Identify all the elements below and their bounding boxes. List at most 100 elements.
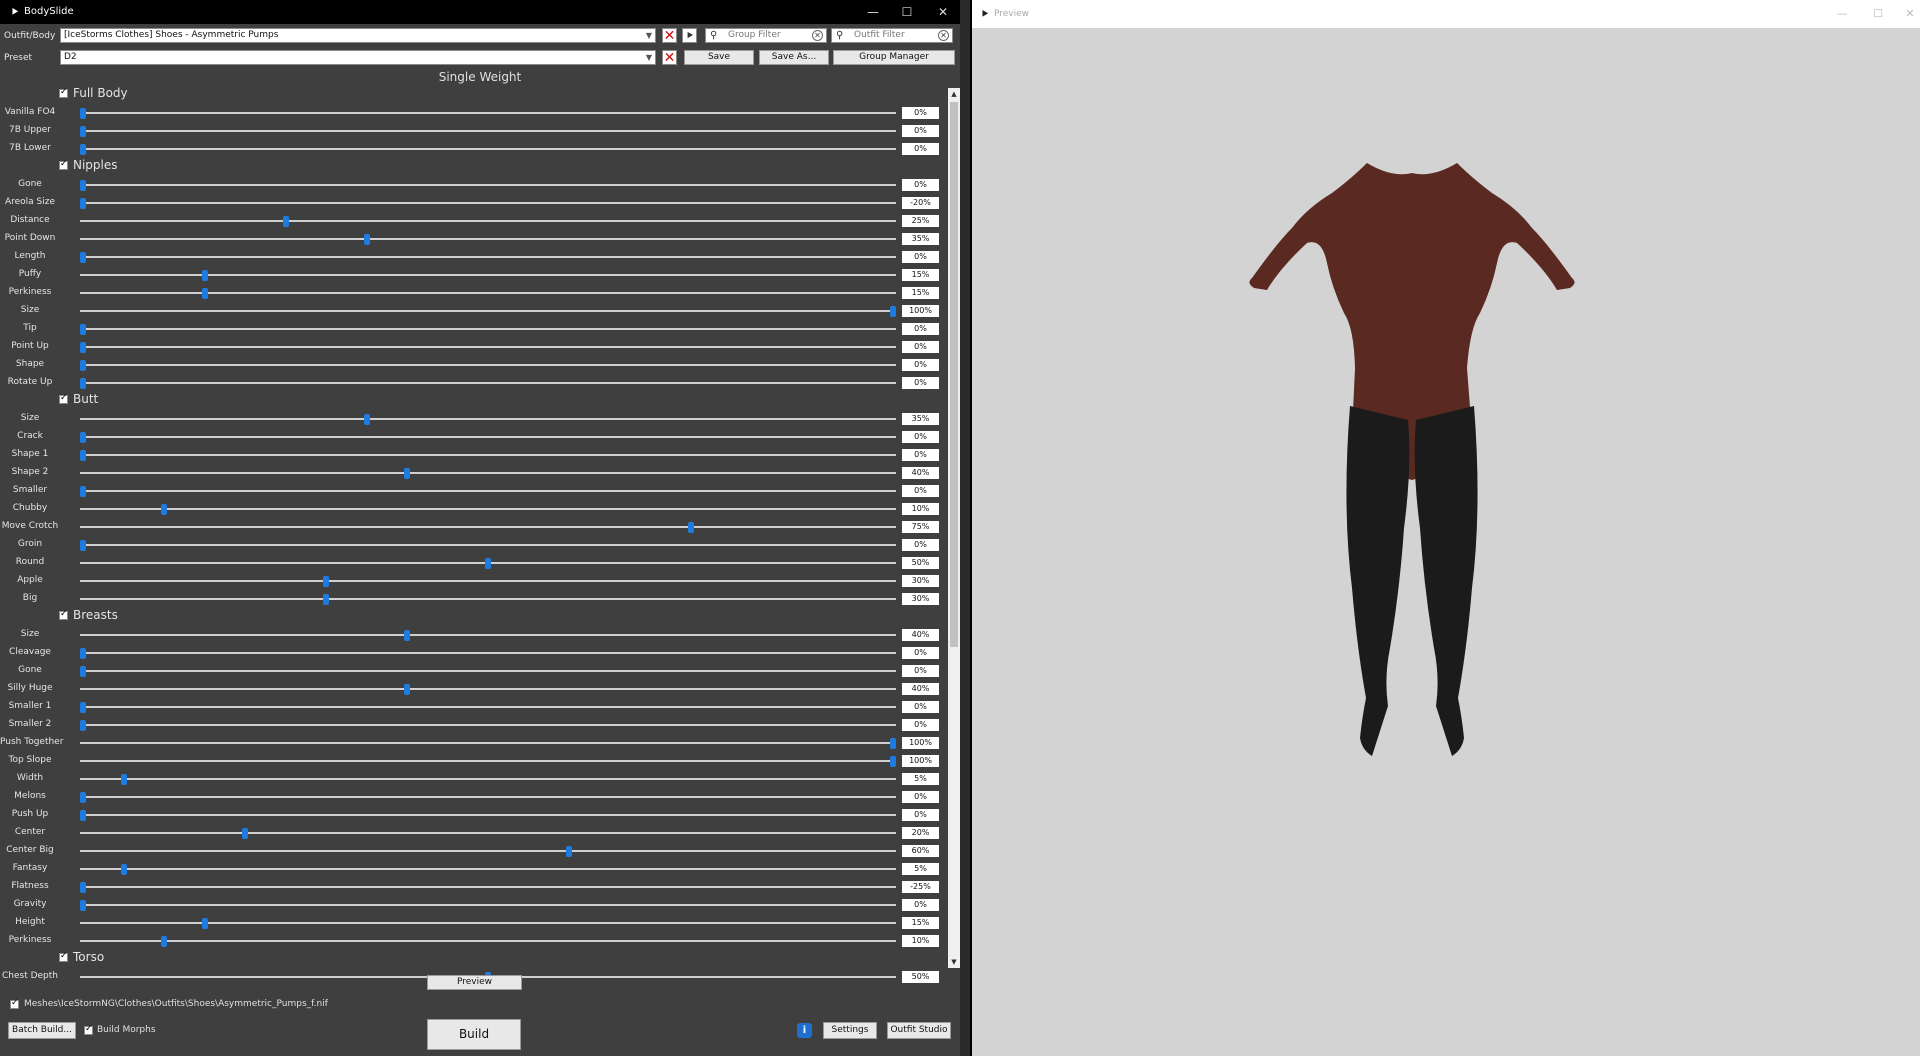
slider-value-field[interactable]: 30% bbox=[902, 593, 939, 605]
slider-value-field[interactable]: 30% bbox=[902, 575, 939, 587]
slider-value-field[interactable]: 5% bbox=[902, 863, 939, 875]
slider-track[interactable] bbox=[80, 328, 896, 330]
slider-thumb[interactable] bbox=[323, 594, 329, 605]
preview-maximize-button[interactable]: ☐ bbox=[1860, 0, 1896, 28]
slider-track[interactable] bbox=[80, 760, 896, 762]
group-checkbox[interactable] bbox=[59, 87, 68, 98]
slider-value-field[interactable]: 15% bbox=[902, 287, 939, 299]
slider-value-field[interactable]: 0% bbox=[902, 143, 939, 155]
batch-build-button[interactable]: Batch Build... bbox=[8, 1022, 76, 1039]
minimize-button[interactable]: — bbox=[856, 0, 890, 24]
settings-button[interactable]: Settings bbox=[823, 1022, 877, 1039]
slider-value-field[interactable]: 50% bbox=[902, 971, 939, 983]
slider-track[interactable] bbox=[80, 418, 896, 420]
delete-preset-button[interactable]: ✕ bbox=[662, 50, 677, 66]
slider-thumb[interactable] bbox=[201, 270, 208, 281]
slider-thumb[interactable] bbox=[80, 324, 86, 335]
preview-minimize-button[interactable]: — bbox=[1824, 0, 1860, 28]
slider-value-field[interactable]: 10% bbox=[902, 503, 939, 515]
slider-value-field[interactable]: 0% bbox=[902, 899, 939, 911]
slider-value-field[interactable]: 40% bbox=[902, 683, 939, 695]
slider-thumb[interactable] bbox=[363, 414, 370, 425]
scroll-down-icon[interactable]: ▼ bbox=[948, 956, 960, 968]
slider-track[interactable] bbox=[80, 310, 896, 312]
slider-track[interactable] bbox=[80, 868, 896, 870]
slider-value-field[interactable]: 0% bbox=[902, 179, 939, 191]
clear-outfit-button[interactable]: ✕ bbox=[662, 28, 677, 44]
slider-track[interactable] bbox=[80, 670, 896, 672]
slider-thumb[interactable] bbox=[80, 252, 86, 263]
slider-thumb[interactable] bbox=[485, 558, 491, 569]
slider-thumb[interactable] bbox=[80, 792, 86, 803]
slider-value-field[interactable]: 15% bbox=[902, 917, 939, 929]
slider-value-field[interactable]: 0% bbox=[902, 719, 939, 731]
clear-filter-icon[interactable]: ✕ bbox=[938, 30, 949, 41]
slider-thumb[interactable] bbox=[80, 180, 86, 191]
group-checkbox[interactable] bbox=[59, 609, 68, 620]
group-checkbox[interactable] bbox=[59, 393, 68, 404]
build-morphs-checkbox[interactable] bbox=[84, 1024, 93, 1035]
slider-value-field[interactable]: 100% bbox=[902, 755, 939, 767]
maximize-button[interactable]: ☐ bbox=[890, 0, 924, 24]
slider-value-field[interactable]: 20% bbox=[902, 827, 939, 839]
slider-value-field[interactable]: 10% bbox=[902, 935, 939, 947]
slider-value-field[interactable]: 0% bbox=[902, 125, 939, 137]
slider-thumb[interactable] bbox=[687, 522, 694, 533]
scrollbar-thumb[interactable] bbox=[950, 102, 958, 647]
slider-thumb[interactable] bbox=[80, 144, 86, 155]
slider-value-field[interactable]: -25% bbox=[902, 881, 939, 893]
slider-track[interactable] bbox=[80, 544, 896, 546]
slider-value-field[interactable]: 0% bbox=[902, 701, 939, 713]
slider-thumb[interactable] bbox=[80, 702, 86, 713]
slider-track[interactable] bbox=[80, 112, 896, 114]
slider-track[interactable] bbox=[80, 130, 896, 132]
slider-value-field[interactable]: 0% bbox=[902, 431, 939, 443]
slider-thumb[interactable] bbox=[404, 468, 410, 479]
slider-thumb[interactable] bbox=[80, 900, 86, 911]
slider-thumb[interactable] bbox=[80, 810, 86, 821]
slider-value-field[interactable]: 0% bbox=[902, 809, 939, 821]
slider-value-field[interactable]: 40% bbox=[902, 629, 939, 641]
slider-track[interactable] bbox=[80, 454, 896, 456]
slider-value-field[interactable]: 0% bbox=[902, 323, 939, 335]
slider-track[interactable] bbox=[80, 508, 896, 510]
slider-thumb[interactable] bbox=[890, 306, 896, 317]
preview-close-button[interactable]: ✕ bbox=[1892, 0, 1920, 28]
slider-track[interactable] bbox=[80, 652, 896, 654]
slider-track[interactable] bbox=[80, 238, 896, 240]
slider-value-field[interactable]: 15% bbox=[902, 269, 939, 281]
slider-track[interactable] bbox=[80, 364, 896, 366]
clear-filter-icon[interactable]: ✕ bbox=[812, 30, 823, 41]
slider-track[interactable] bbox=[80, 580, 896, 582]
slider-thumb[interactable] bbox=[80, 342, 86, 353]
slider-thumb[interactable] bbox=[161, 936, 167, 947]
slider-track[interactable] bbox=[80, 796, 896, 798]
slider-value-field[interactable]: 0% bbox=[902, 665, 939, 677]
outfit-filter-input[interactable]: ⚲ Outfit Filter ✕ bbox=[831, 28, 953, 43]
slider-track[interactable] bbox=[80, 598, 896, 600]
slider-track[interactable] bbox=[80, 634, 896, 636]
slider-track[interactable] bbox=[80, 346, 896, 348]
slider-thumb[interactable] bbox=[404, 630, 410, 641]
save-as-button[interactable]: Save As... bbox=[759, 50, 829, 65]
slider-track[interactable] bbox=[80, 724, 896, 726]
body-preview-render[interactable] bbox=[972, 28, 1920, 1056]
slider-thumb[interactable] bbox=[80, 360, 86, 371]
slider-thumb[interactable] bbox=[363, 234, 370, 245]
slider-thumb[interactable] bbox=[890, 738, 896, 749]
preset-dropdown[interactable]: D2 ▼ bbox=[60, 50, 656, 65]
slider-track[interactable] bbox=[80, 472, 896, 474]
slider-track[interactable] bbox=[80, 526, 896, 528]
slider-thumb[interactable] bbox=[282, 216, 289, 227]
slider-value-field[interactable]: 0% bbox=[902, 647, 939, 659]
slider-value-field[interactable]: 0% bbox=[902, 359, 939, 371]
group-filter-input[interactable]: ⚲ Group Filter ✕ bbox=[705, 28, 827, 43]
slider-value-field[interactable]: 0% bbox=[902, 485, 939, 497]
slider-value-field[interactable]: 50% bbox=[902, 557, 939, 569]
build-button[interactable]: Build bbox=[427, 1019, 521, 1050]
slider-thumb[interactable] bbox=[80, 378, 86, 389]
slider-track[interactable] bbox=[80, 148, 896, 150]
slider-thumb[interactable] bbox=[242, 828, 248, 839]
slider-value-field[interactable]: 75% bbox=[902, 521, 939, 533]
group-manager-button[interactable]: Group Manager bbox=[833, 50, 955, 65]
